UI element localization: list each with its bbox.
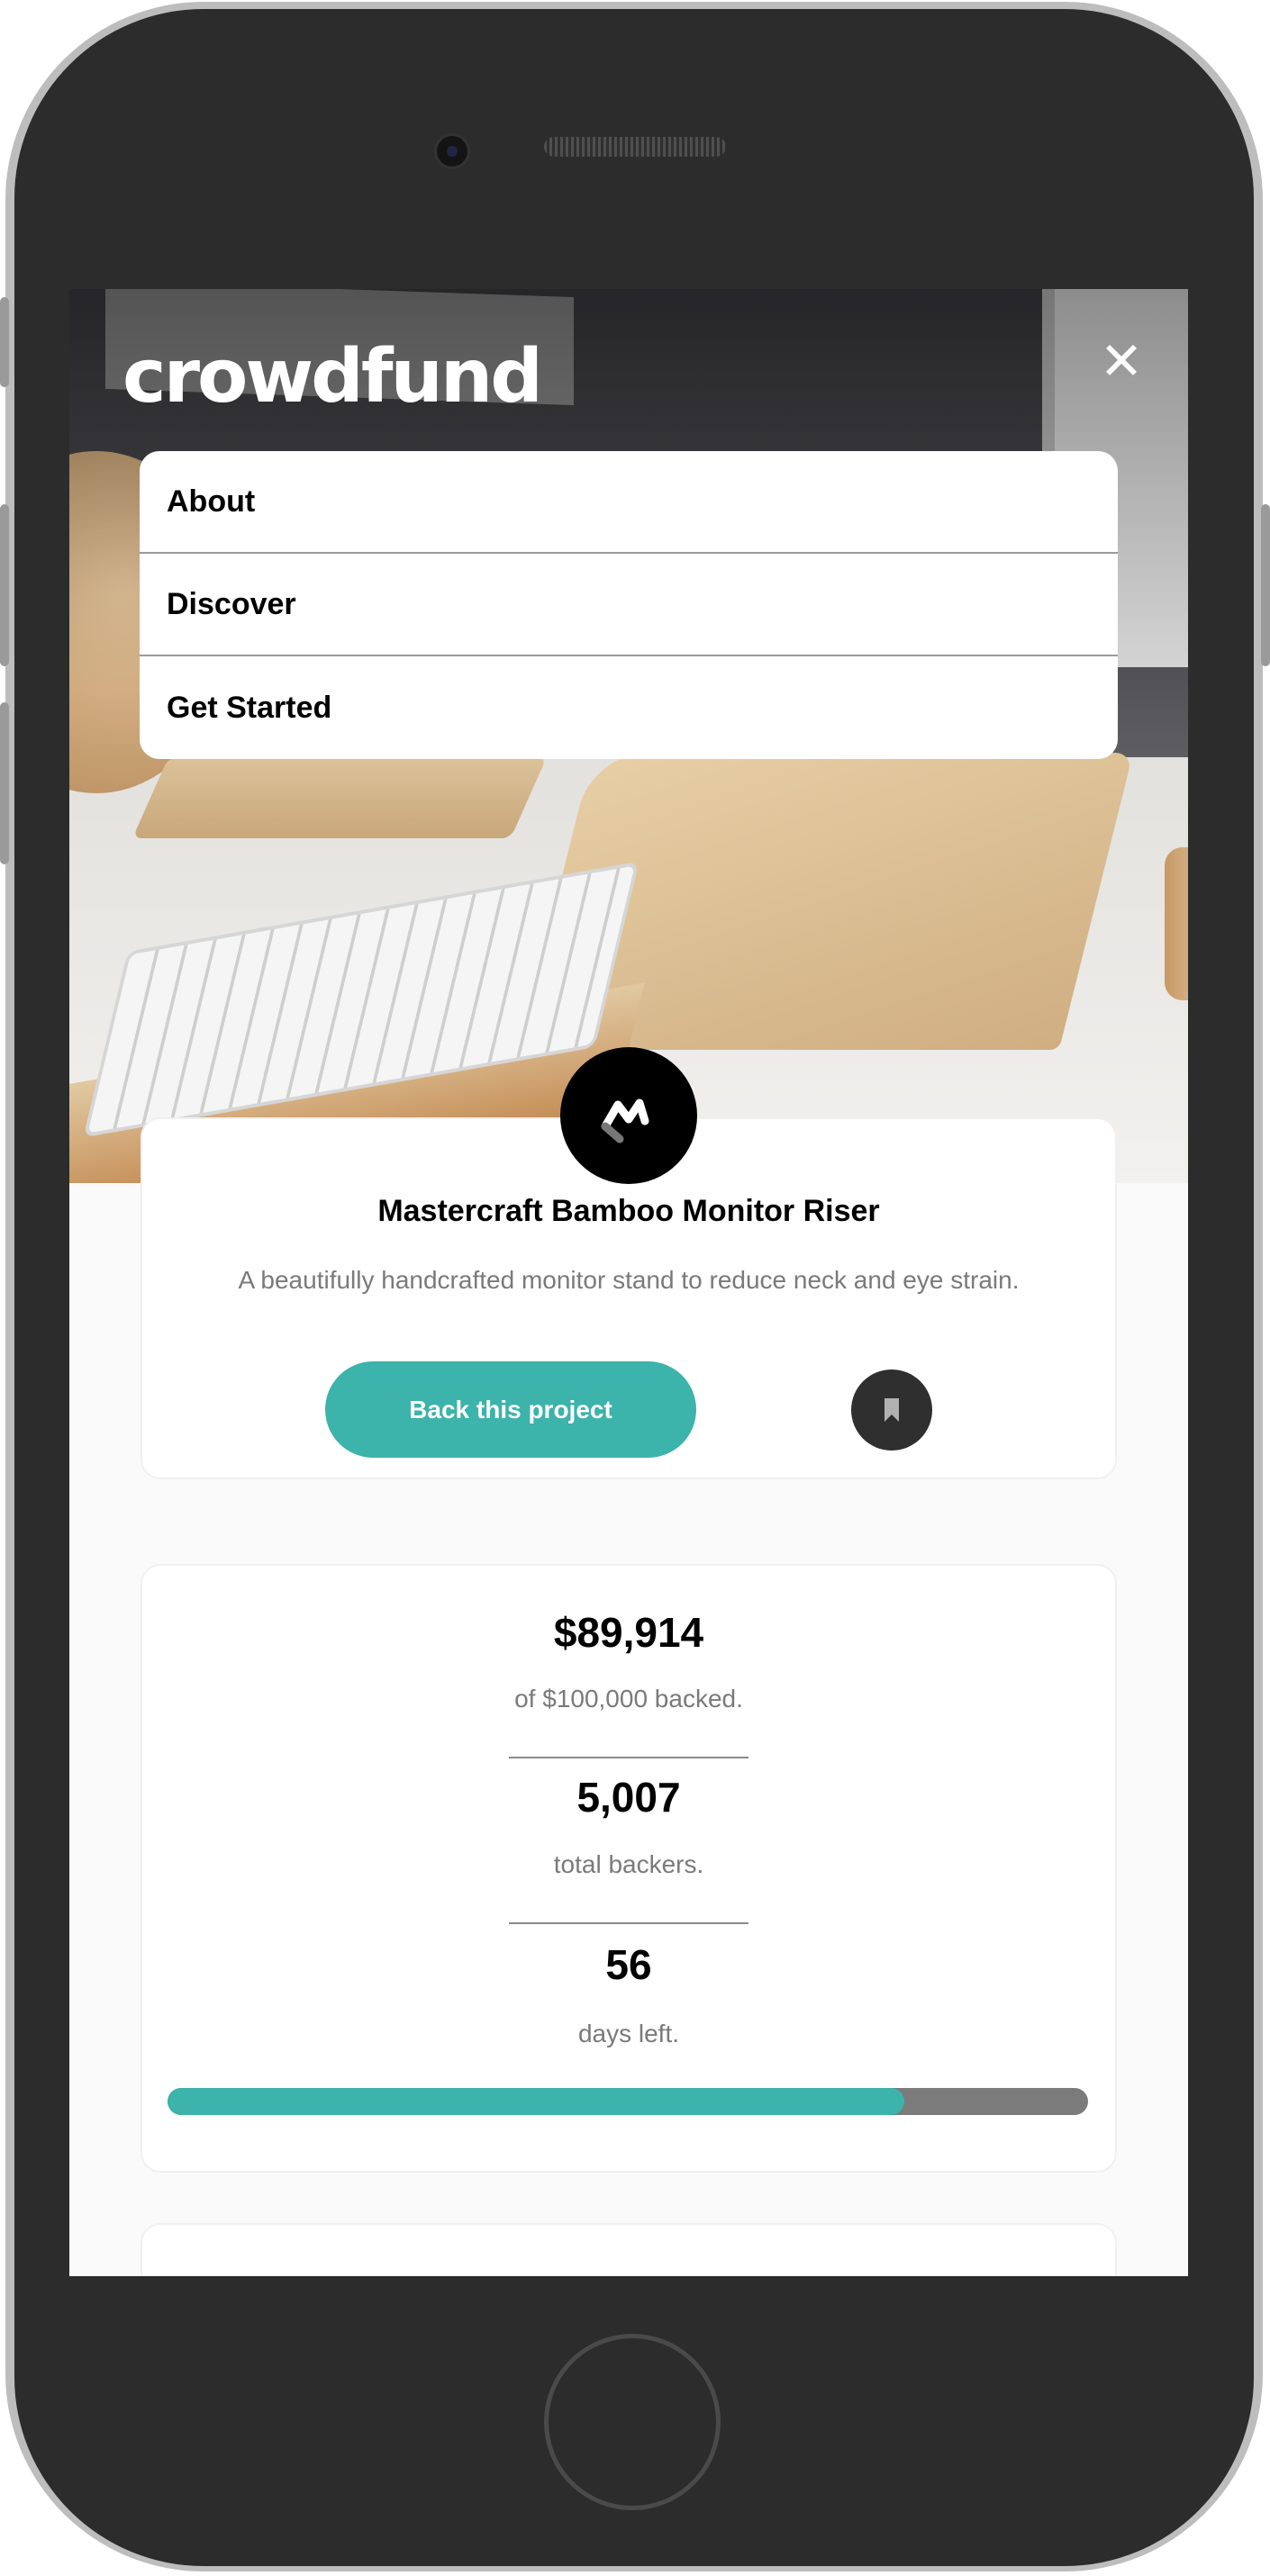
- earpiece-speaker: [544, 137, 726, 157]
- bookmark-icon: [884, 1398, 899, 1422]
- nav-menu: About Discover Get Started: [140, 451, 1118, 759]
- days-label: days left.: [577, 2020, 680, 2047]
- backed-label: of $100,000 backed.: [514, 1685, 743, 1713]
- stat-divider: [509, 1757, 748, 1758]
- phone-mute-switch: [0, 297, 9, 387]
- about-card: [141, 2223, 1117, 2276]
- backers-count: 5,007: [576, 1774, 681, 1821]
- mastercraft-logo-icon: [560, 1047, 697, 1184]
- phone-volume-up: [0, 504, 9, 666]
- phone-screen: crowdfund ✕ About Discover Get Started M…: [69, 289, 1188, 2276]
- home-button[interactable]: [544, 2334, 721, 2510]
- front-camera: [434, 133, 470, 169]
- project-description: A beautifully handcrafted monitor stand …: [238, 1266, 1020, 1294]
- bookmark-button[interactable]: [851, 1369, 932, 1451]
- nav-item-get-started[interactable]: Get Started: [140, 656, 1118, 759]
- close-icon[interactable]: ✕: [1094, 334, 1148, 388]
- crowdfund-logo[interactable]: crowdfund: [122, 332, 543, 422]
- back-project-button[interactable]: Back this project: [325, 1361, 696, 1458]
- days-left: 56: [605, 1941, 652, 1988]
- nav-item-about[interactable]: About: [140, 451, 1118, 554]
- funding-progress-fill: [168, 2088, 904, 2115]
- stat-divider: [509, 1922, 748, 1924]
- project-title: Mastercraft Bamboo Monitor Riser: [377, 1194, 880, 1228]
- nav-item-discover[interactable]: Discover: [140, 554, 1118, 656]
- backed-amount: $89,914: [553, 1609, 704, 1656]
- backers-label: total backers.: [553, 1850, 704, 1878]
- phone-volume-down: [0, 702, 9, 864]
- funding-progress-bar: [168, 2088, 1088, 2115]
- phone-power-button: [1261, 504, 1270, 666]
